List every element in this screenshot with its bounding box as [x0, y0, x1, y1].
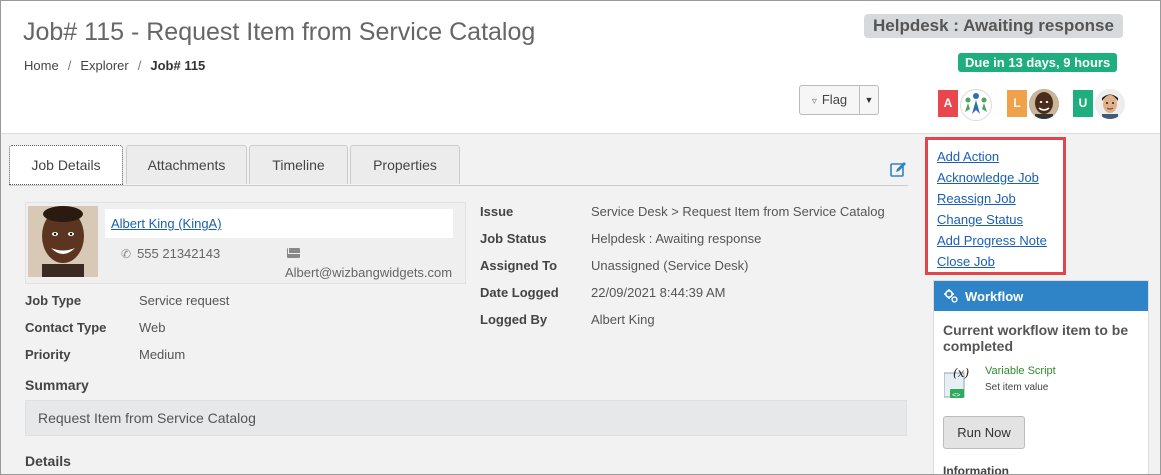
contact-email: Albert@wizbangwidgets.com	[285, 265, 453, 280]
tab-job-details[interactable]: Job Details	[9, 145, 123, 185]
contact-phone: ✆ 555 21342143	[121, 246, 220, 261]
contact-type-label: Contact Type	[25, 320, 107, 335]
summary-box: Request Item from Service Catalog	[25, 400, 907, 436]
breadcrumb-explorer[interactable]: Explorer	[80, 58, 128, 73]
workflow-header: Workflow	[934, 281, 1148, 311]
avatar-logged-by[interactable]: L	[1007, 89, 1065, 119]
contact-phone-value: 555 21342143	[137, 246, 221, 261]
acknowledge-job-link[interactable]: Acknowledge Job	[937, 170, 1039, 185]
issue-label: Issue	[480, 204, 514, 219]
job-type-label: Job Type	[25, 293, 82, 308]
close-job-link[interactable]: Close Job	[937, 254, 995, 269]
job-details-panel: Albert King (KingA) ✆ 555 21342143 Albert…	[9, 185, 908, 474]
assigned-to-value: Unassigned (Service Desk)	[591, 258, 749, 273]
date-logged-value: 22/09/2021 8:44:39 AM	[591, 285, 726, 300]
due-badge: Due in 13 days, 9 hours	[958, 53, 1118, 72]
page-title: Job# 115 - Request Item from Service Cat…	[23, 18, 536, 46]
user-photo-icon	[1029, 89, 1059, 119]
breadcrumb-separator: /	[67, 58, 72, 73]
page-header: Job# 115 - Request Item from Service Cat…	[1, 1, 1160, 134]
avatar-badge: U	[1073, 90, 1093, 117]
tab-attachments[interactable]: Attachments	[126, 145, 247, 184]
date-logged-label: Date Logged	[480, 285, 559, 300]
job-actions-panel: Add Action Acknowledge Job Reassign Job …	[925, 137, 1066, 275]
breadcrumb-home[interactable]: Home	[24, 58, 59, 73]
avatar-user[interactable]: U	[1073, 89, 1131, 119]
job-page: Job# 115 - Request Item from Service Cat…	[0, 0, 1161, 475]
contact-photo	[28, 206, 98, 277]
priority-value: Medium	[139, 347, 186, 362]
status-badge: Helpdesk : Awaiting response	[864, 14, 1123, 38]
workflow-item-name: Variable Script	[985, 365, 1056, 377]
summary-heading: Summary	[25, 377, 89, 393]
priority-label: Priority	[25, 347, 71, 362]
envelope-icon	[287, 248, 300, 258]
team-logo-icon	[960, 89, 992, 121]
svg-text:<>: <>	[952, 391, 960, 399]
flag-icon: ▿	[811, 96, 817, 107]
edit-icon[interactable]	[890, 161, 907, 178]
flag-button-group: ▿ Flag ▼	[799, 85, 879, 115]
add-action-link[interactable]: Add Action	[937, 149, 999, 164]
workflow-title: Workflow	[965, 289, 1024, 304]
avatar-analyst[interactable]: A	[938, 89, 996, 121]
breadcrumb: Home / Explorer / Job# 115	[24, 58, 205, 73]
workflow-gear-icon	[944, 289, 958, 303]
workflow-information-heading: Information	[943, 464, 1009, 475]
breadcrumb-separator: /	[137, 58, 142, 73]
avatar-badge: L	[1007, 90, 1027, 117]
logged-by-value: Albert King	[591, 312, 655, 327]
add-progress-note-link[interactable]: Add Progress Note	[937, 233, 1047, 248]
phone-icon: ✆	[121, 247, 132, 261]
job-type-value: Service request	[139, 293, 230, 308]
tab-timeline[interactable]: Timeline	[249, 145, 348, 184]
workflow-item-desc: Set item value	[985, 382, 1049, 393]
job-status-value: Helpdesk : Awaiting response	[591, 231, 762, 246]
avatar-badge: A	[938, 90, 958, 117]
flag-label: Flag	[821, 92, 848, 107]
change-status-link[interactable]: Change Status	[937, 212, 1023, 227]
contact-type-value: Web	[139, 320, 166, 335]
run-now-button[interactable]: Run Now	[943, 416, 1025, 449]
tab-properties[interactable]: Properties	[350, 145, 460, 184]
assigned-to-label: Assigned To	[480, 258, 558, 273]
variable-script-icon: (x) <>	[944, 367, 969, 399]
contact-name-link[interactable]: Albert King (KingA)	[111, 216, 222, 231]
flag-button[interactable]: ▿ Flag	[800, 86, 860, 114]
reassign-job-link[interactable]: Reassign Job	[937, 191, 1016, 206]
contact-name-box: Albert King (KingA)	[105, 209, 453, 238]
workflow-panel: Workflow Current workflow item to be com…	[933, 280, 1149, 475]
details-heading: Details	[25, 453, 71, 469]
issue-value: Service Desk > Request Item from Service…	[591, 204, 885, 219]
job-status-label: Job Status	[480, 231, 547, 246]
caret-down-icon: ▼	[864, 95, 874, 105]
workflow-subtitle: Current workflow item to be completed	[943, 322, 1129, 354]
user-photo-icon	[1095, 89, 1125, 119]
logged-by-label: Logged By	[480, 312, 548, 327]
breadcrumb-current: Job# 115	[150, 58, 206, 73]
contact-card: Albert King (KingA) ✆ 555 21342143 Albert…	[25, 202, 466, 284]
flag-dropdown-button[interactable]: ▼	[860, 86, 878, 114]
summary-text: Request Item from Service Catalog	[38, 410, 256, 426]
svg-text:(x): (x)	[953, 367, 969, 380]
